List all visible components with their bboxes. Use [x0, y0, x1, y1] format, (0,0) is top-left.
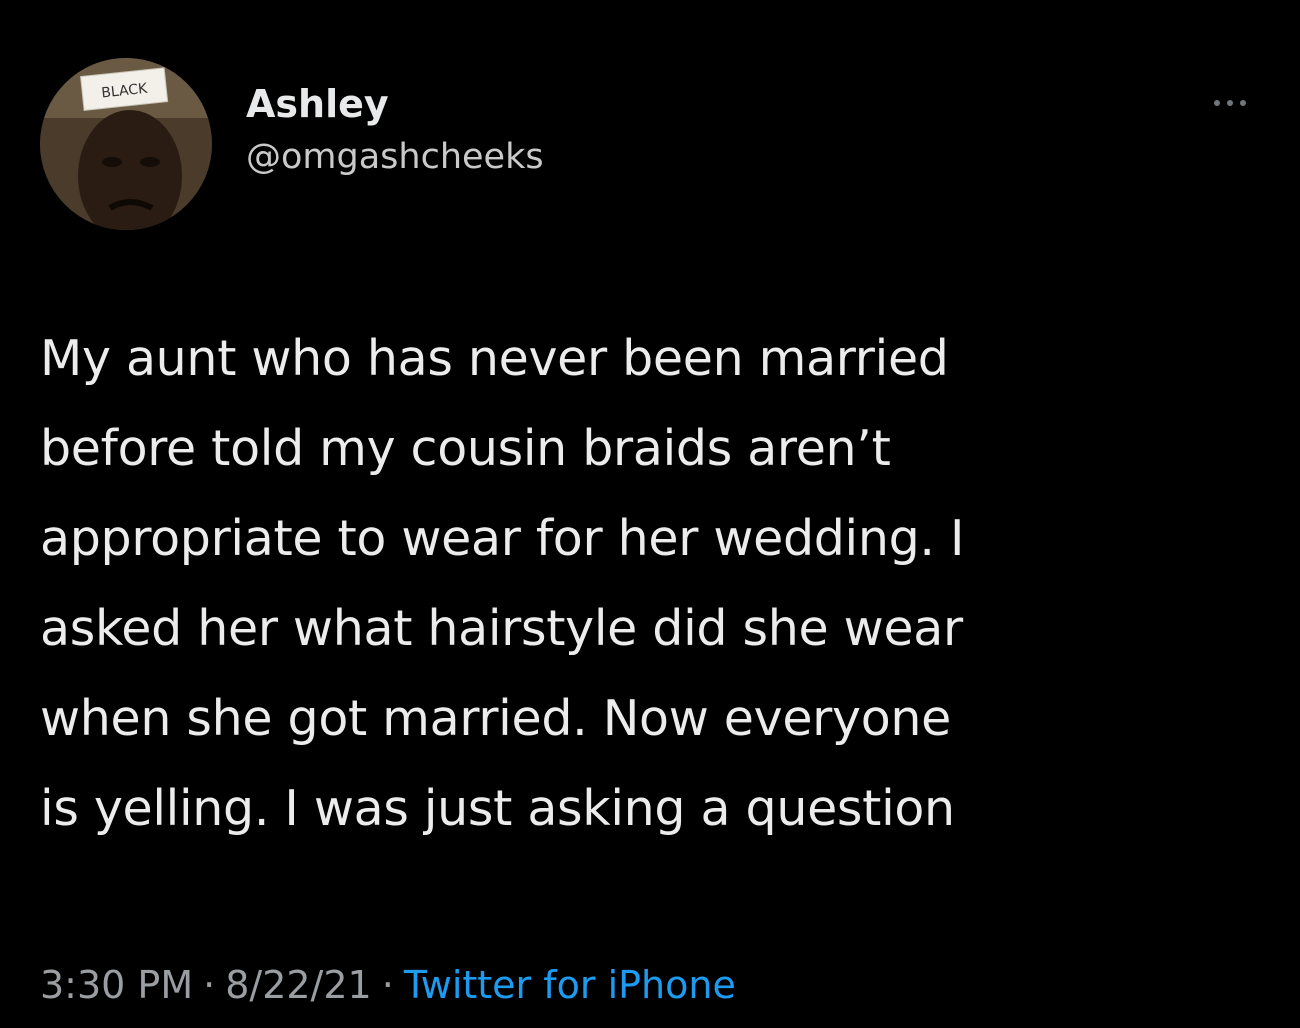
tweet-text: My aunt who has never been married befor… — [40, 314, 1270, 854]
more-horizontal-icon-dot — [1227, 100, 1233, 106]
avatar[interactable]: BLACK — [40, 58, 212, 230]
author-block: Ashley @omgashcheeks — [246, 78, 544, 182]
more-horizontal-icon-dot — [1240, 100, 1246, 106]
display-name[interactable]: Ashley — [246, 78, 544, 130]
more-options-button[interactable] — [1202, 88, 1258, 118]
tweet-text-line: asked her what hairstyle did she wear — [40, 600, 963, 657]
tweet-text-line: My aunt who has never been married — [40, 330, 949, 387]
tweet-source-link[interactable]: Twitter for iPhone — [404, 963, 736, 1007]
tweet-text-line: before told my cousin braids aren’t — [40, 420, 891, 477]
tweet-meta: 3:30 PM · 8/22/21 · Twitter for iPhone — [40, 957, 736, 1013]
user-handle[interactable]: @omgashcheeks — [246, 132, 544, 182]
tweet-text-line: when she got married. Now everyone — [40, 690, 951, 747]
avatar-image: BLACK — [40, 58, 212, 230]
more-horizontal-icon — [1214, 100, 1220, 106]
tweet-time[interactable]: 3:30 PM — [40, 963, 193, 1007]
tweet-text-line: appropriate to wear for her wedding. I — [40, 510, 965, 567]
tweet-text-line: is yelling. I was just asking a question — [40, 780, 955, 837]
tweet-card: BLACK Ashley @omgashcheeks My aunt who h… — [0, 0, 1300, 1028]
meta-separator: · — [381, 963, 394, 1007]
meta-separator: · — [203, 963, 216, 1007]
tweet-date[interactable]: 8/22/21 — [225, 963, 372, 1007]
